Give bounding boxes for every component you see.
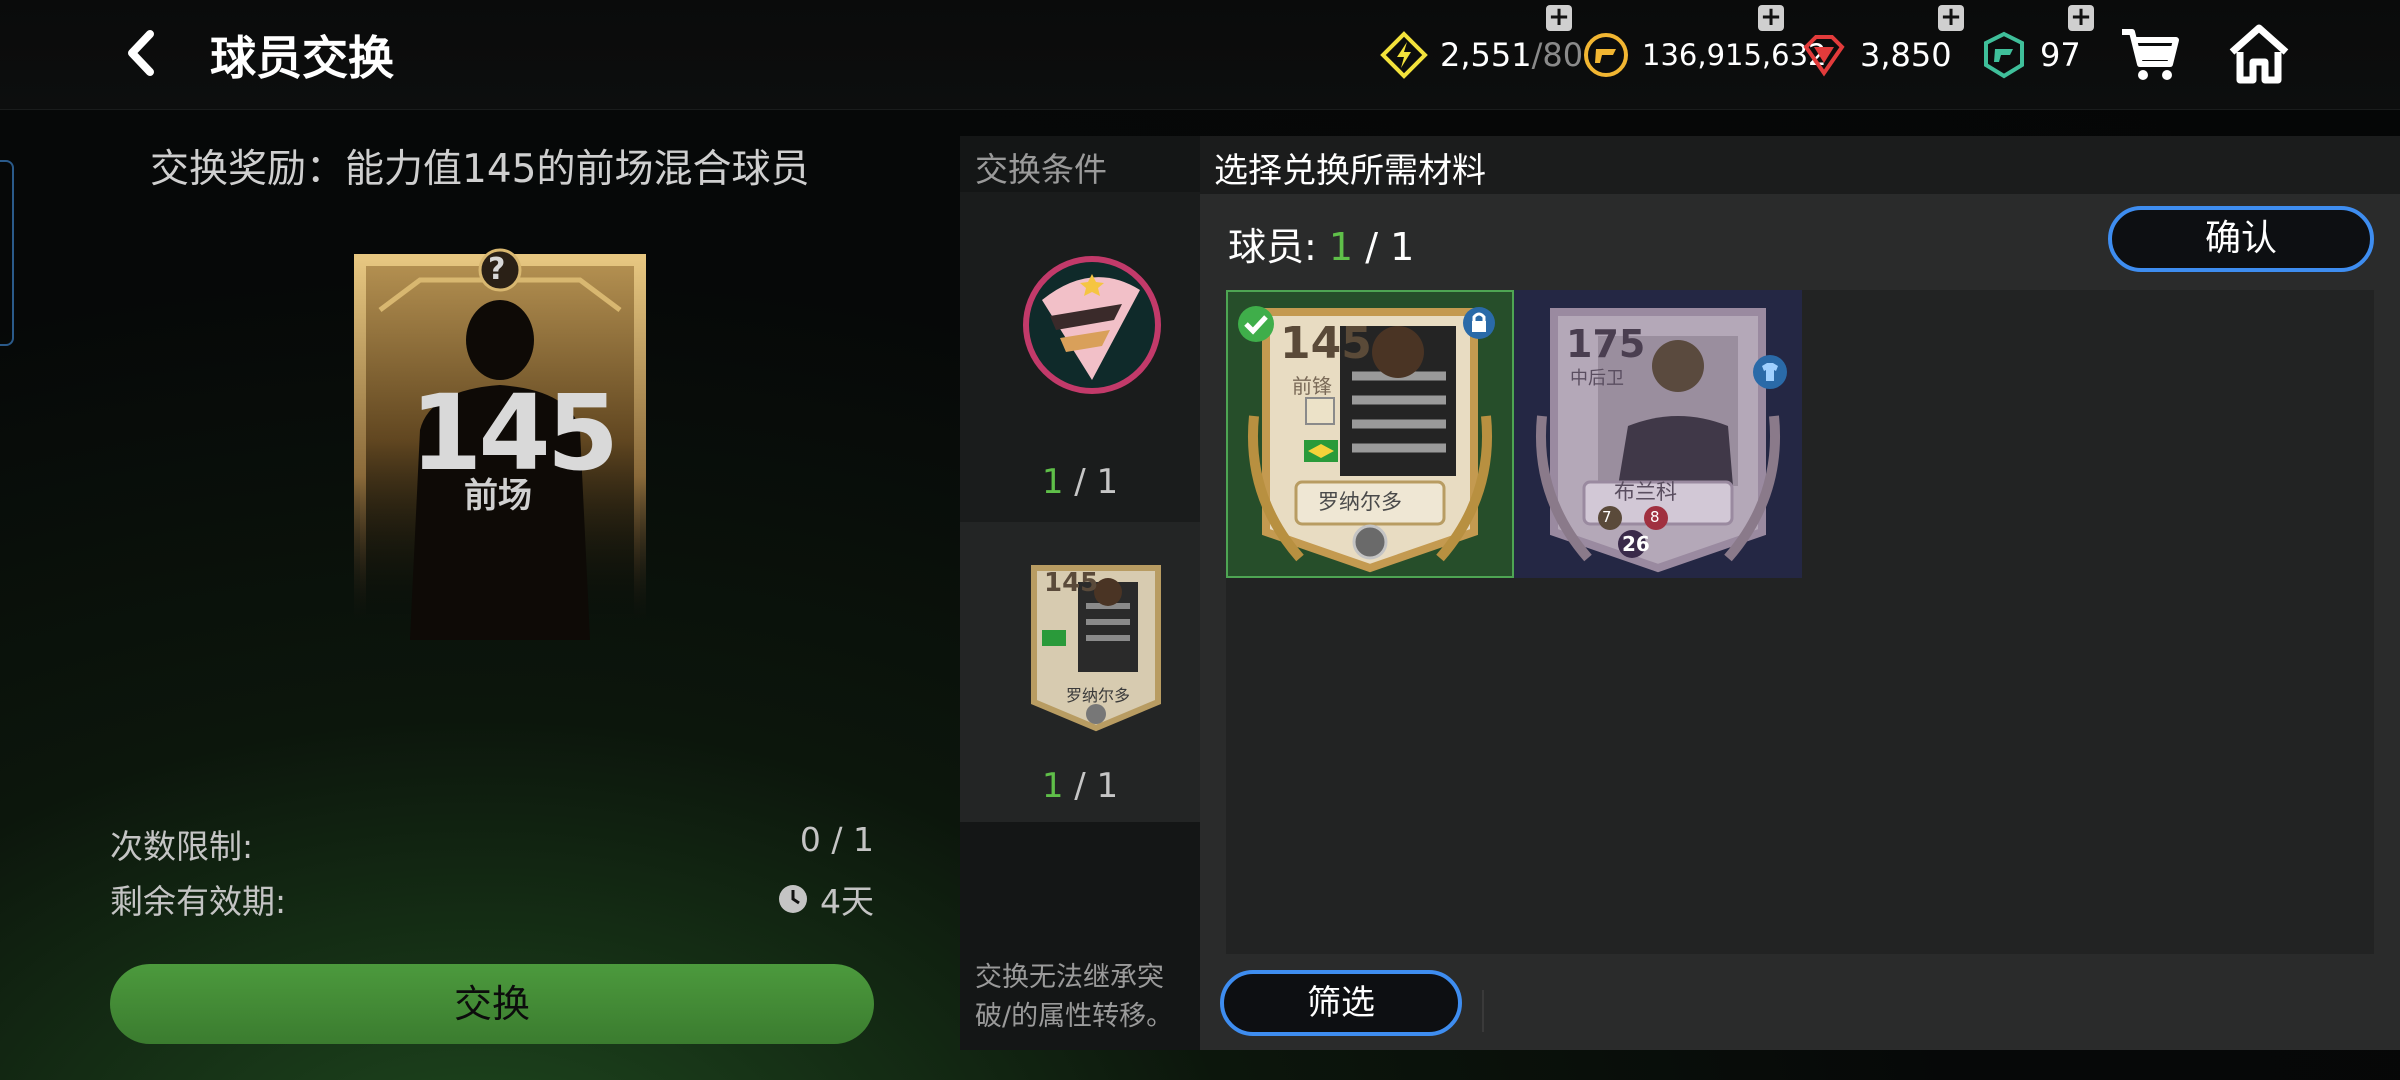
confirm-button[interactable]: 确认 bbox=[2108, 206, 2374, 272]
page-title: 球员交换 bbox=[210, 31, 394, 85]
exchange-button[interactable]: 交换 bbox=[110, 964, 874, 1044]
conditions-header: 交换条件 bbox=[975, 150, 1107, 189]
conditions-note: 交换无法继承突破/的属性转移。 bbox=[975, 962, 1174, 1032]
tokens-value: 97 bbox=[2040, 36, 2081, 74]
card-b-name: 布兰科 bbox=[1614, 480, 1677, 504]
coins-add-button[interactable]: + bbox=[1758, 4, 1784, 31]
validity-label: 剩余有效期: bbox=[110, 882, 287, 921]
card-a-position: 前锋 bbox=[1292, 374, 1332, 398]
condition-2-count: 1 / 1 bbox=[1041, 766, 1119, 806]
side-tab[interactable] bbox=[0, 160, 14, 346]
gems-add-button[interactable]: + bbox=[1938, 4, 1964, 31]
mystery-mark: ? bbox=[488, 252, 506, 287]
card-b-badge-b: 8 bbox=[1650, 508, 1660, 526]
shirt-icon bbox=[1752, 354, 1788, 394]
card-a-rating: 145 bbox=[1280, 318, 1372, 369]
card-b-badge-a: 7 bbox=[1602, 508, 1612, 526]
reward-title: 交换奖励：能力值145的前场混合球员 bbox=[150, 147, 810, 192]
energy-max: /80 bbox=[1531, 36, 1584, 74]
tokens-resource: 97 bbox=[1980, 28, 2081, 82]
home-icon[interactable] bbox=[2226, 22, 2292, 88]
count-limit-value: 0 / 1 bbox=[799, 820, 874, 859]
card-a-name: 罗纳尔多 bbox=[1318, 490, 1402, 514]
filter-button[interactable]: 筛选 bbox=[1220, 970, 1462, 1036]
count-limit-label: 次数限制: bbox=[110, 827, 254, 866]
cake-icon bbox=[1022, 250, 1162, 404]
divider bbox=[1482, 990, 1484, 1032]
selected-check-icon bbox=[1236, 304, 1276, 348]
coins-resource: 136,915,632 bbox=[1582, 28, 1827, 82]
energy-resource: 2,551/80 bbox=[1380, 28, 1583, 82]
tokens-add-button[interactable]: + bbox=[2068, 4, 2094, 31]
energy-add-button[interactable]: + bbox=[1546, 4, 1572, 31]
gem-icon bbox=[1803, 35, 1845, 77]
condition-card-name: 罗纳尔多 bbox=[1066, 686, 1131, 705]
validity-days: 4天 bbox=[820, 882, 874, 921]
clock-icon bbox=[779, 885, 807, 913]
reward-position: 前场 bbox=[464, 476, 532, 516]
gems-resource: 3,850 bbox=[1800, 28, 1952, 82]
energy-value: 2,551 bbox=[1440, 36, 1532, 74]
card-b-position: 中后卫 bbox=[1570, 368, 1624, 389]
condition-1-count: 1 / 1 bbox=[1041, 462, 1119, 502]
validity-value: 4天 bbox=[778, 875, 874, 923]
shop-cart-icon[interactable] bbox=[2118, 22, 2184, 88]
coins-value: 136,915,632 bbox=[1642, 38, 1827, 72]
material-panel-title: 选择兑换所需材料 bbox=[1214, 151, 1486, 191]
back-icon[interactable] bbox=[118, 28, 168, 78]
lock-icon bbox=[1462, 306, 1496, 344]
token-icon bbox=[1984, 31, 2024, 79]
card-b-rating: 175 bbox=[1566, 322, 1646, 366]
gems-value: 3,850 bbox=[1860, 36, 1952, 74]
coin-icon bbox=[1584, 33, 1628, 77]
condition-card-rating: 145 bbox=[1044, 568, 1099, 598]
card-b-level: 26 bbox=[1622, 532, 1650, 556]
energy-icon bbox=[1380, 31, 1428, 79]
players-count: 球员: 1 / 1 bbox=[1228, 225, 1415, 269]
